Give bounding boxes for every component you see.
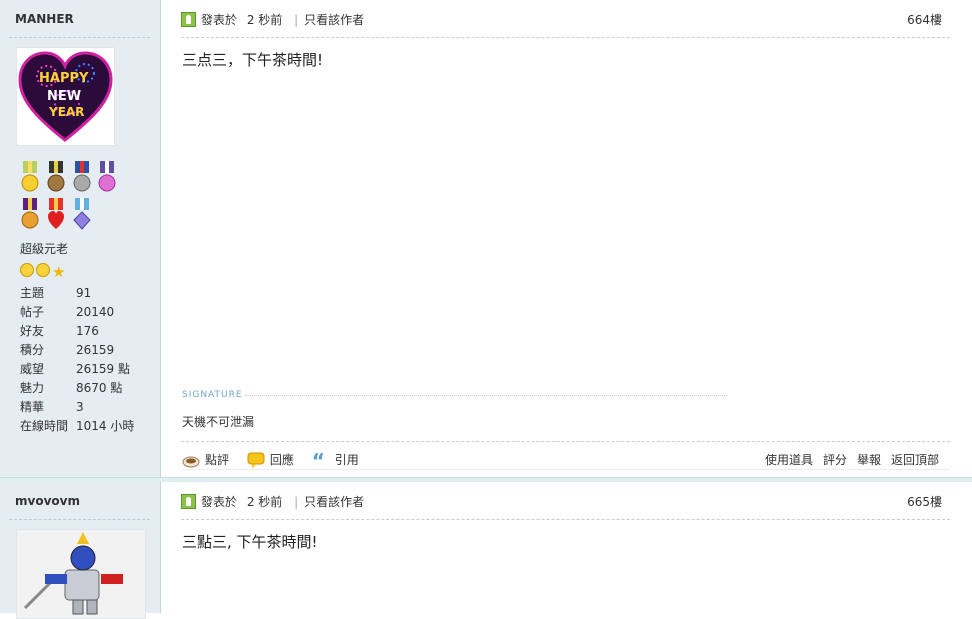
- author-sidebar: MANHER HAPPY NEW YEAR 超級元老 ★ 主題 91 帖子 20…: [0, 0, 161, 477]
- post-665: mvovovm 發表於 2 秒前 | 只看該作者 665樓 三點三, 下午茶時間!: [0, 482, 972, 619]
- reply-button[interactable]: 回應: [247, 451, 294, 468]
- divider: [181, 469, 950, 470]
- speech-bubble-icon: [247, 452, 265, 468]
- flower-medal-icon[interactable]: [20, 198, 40, 231]
- floor-number[interactable]: 665樓: [907, 493, 942, 510]
- author-name[interactable]: MANHER: [15, 12, 74, 26]
- signature-text: 天機不可泄漏: [182, 415, 255, 429]
- report-link[interactable]: 舉報: [857, 453, 881, 467]
- stat-row: 積分 26159: [20, 343, 115, 357]
- post-message: 三點三, 下午茶時間!: [182, 533, 318, 551]
- divider: [9, 37, 150, 38]
- signature-label: SIGNATURE: [182, 390, 243, 400]
- post-meta: 發表於 2 秒前 | 只看該作者: [181, 493, 364, 511]
- avatar[interactable]: HAPPY NEW YEAR: [16, 47, 115, 146]
- meta-divider: |: [294, 495, 299, 509]
- stat-row: 在線時間 1014 小時: [20, 419, 135, 433]
- posted-label: 發表於: [201, 495, 238, 509]
- stat-row: 精華 3: [20, 400, 84, 414]
- posted-label: 發表於: [201, 13, 238, 27]
- divider: [9, 519, 150, 520]
- cup-icon: [182, 452, 200, 468]
- svg-text:NEW: NEW: [47, 89, 81, 104]
- user-rank: 超級元老: [20, 242, 69, 256]
- stat-row: 帖子 20140: [20, 305, 115, 319]
- back-to-top-link[interactable]: 返回頂部: [891, 453, 939, 467]
- stat-row: 主題 91: [20, 286, 92, 300]
- meta-divider: |: [294, 13, 299, 27]
- sun-medal-icon[interactable]: [20, 161, 40, 194]
- divider: [181, 519, 950, 520]
- avatar[interactable]: [16, 529, 146, 619]
- post-tools: 使用道具 評分 舉報 返回頂部: [755, 451, 939, 468]
- author-sidebar: mvovovm: [0, 482, 161, 619]
- post-meta: 發表於 2 秒前 | 只看該作者: [181, 11, 364, 29]
- online-status-icon: [181, 12, 196, 27]
- online-status-icon: [181, 494, 196, 509]
- heart-medal-icon[interactable]: [46, 198, 66, 231]
- divider: [181, 37, 950, 38]
- post-message: 三点三，下午茶時間!: [182, 51, 324, 69]
- posted-time: 2 秒前: [246, 13, 283, 27]
- signature-divider: [245, 395, 727, 396]
- posted-time: 2 秒前: [246, 495, 283, 509]
- post-664: MANHER HAPPY NEW YEAR 超級元老 ★ 主題 91 帖子 20…: [0, 0, 972, 477]
- quote-button[interactable]: “引用: [311, 449, 359, 473]
- post-content: 發表於 2 秒前 | 只看該作者 664樓 三点三，下午茶時間! SIGNATUR…: [161, 0, 972, 477]
- rank-stars: ★: [20, 263, 68, 280]
- user-stats: 主題 91 帖子 20140 好友 176 積分 26159 威望 26159 點 魅力 8…: [20, 284, 134, 436]
- only-author-link[interactable]: 只看該作者: [304, 495, 364, 509]
- robot-figure-avatar: [17, 530, 145, 618]
- ox-medal-icon[interactable]: [46, 161, 66, 194]
- author-name[interactable]: mvovovm: [15, 494, 80, 508]
- quote-icon: “: [311, 449, 325, 473]
- stat-row: 威望 26159 點: [20, 362, 130, 376]
- gear-medal-icon[interactable]: [72, 161, 92, 194]
- sun-rank-icon: [36, 263, 50, 277]
- rate-link[interactable]: 評分: [823, 453, 847, 467]
- comment-button[interactable]: 點評: [182, 451, 229, 468]
- gem-medal-icon[interactable]: [72, 198, 92, 231]
- svg-text:HAPPY: HAPPY: [39, 71, 89, 86]
- medal-list: [20, 161, 145, 235]
- firework-medal-icon[interactable]: [97, 161, 117, 194]
- star-rank-icon: ★: [52, 263, 66, 281]
- floor-number[interactable]: 664樓: [907, 11, 942, 28]
- use-item-link[interactable]: 使用道具: [765, 453, 813, 467]
- stat-row: 好友 176: [20, 324, 99, 338]
- divider: [181, 441, 950, 442]
- stat-row: 魅力 8670 點: [20, 381, 123, 395]
- only-author-link[interactable]: 只看該作者: [304, 13, 364, 27]
- post-actions: 點評 回應 “引用: [182, 449, 373, 473]
- sun-rank-icon: [20, 263, 34, 277]
- heart-fireworks-avatar: HAPPY NEW YEAR: [18, 51, 113, 142]
- svg-text:YEAR: YEAR: [48, 105, 84, 119]
- post-content: 發表於 2 秒前 | 只看該作者 665樓 三點三, 下午茶時間!: [161, 482, 972, 613]
